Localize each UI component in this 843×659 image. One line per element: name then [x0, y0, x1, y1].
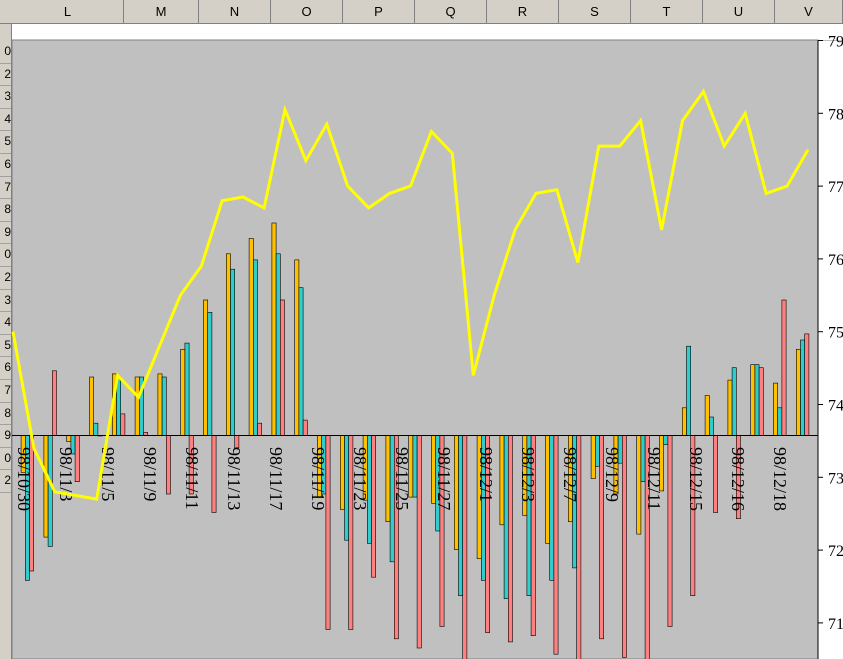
right-axis-label: 73: [828, 470, 843, 487]
bar: [594, 435, 600, 467]
bar: [758, 367, 764, 436]
bar: [257, 422, 262, 436]
x-tick-label: 98/11/23: [350, 447, 370, 510]
bar: [667, 435, 673, 627]
bar: [800, 339, 805, 436]
x-tick-label: 98/12/16: [728, 447, 748, 511]
x-tick-label: 98/11/19: [308, 447, 328, 510]
bar: [66, 435, 72, 442]
bar: [211, 435, 217, 513]
x-tick-label: 98/12/7: [560, 447, 580, 502]
bar: [781, 299, 787, 436]
bar: [248, 238, 254, 436]
bar: [590, 435, 596, 479]
right-axis-label: 71: [828, 616, 843, 633]
bar: [294, 259, 300, 436]
bar: [226, 253, 231, 436]
x-tick-label: 98/11/11: [182, 447, 202, 510]
bar: [713, 435, 718, 513]
bar: [134, 376, 140, 436]
right-axis-label: 77: [828, 179, 843, 196]
bar: [636, 435, 642, 535]
bar: [275, 253, 281, 436]
bar: [412, 435, 418, 498]
bar: [416, 435, 422, 649]
bar: [499, 435, 505, 526]
x-tick-label: 98/12/18: [770, 447, 790, 511]
bar: [47, 435, 53, 547]
bar: [253, 259, 258, 436]
right-axis-label: 75: [828, 325, 843, 342]
bar: [458, 435, 463, 596]
bar: [686, 345, 691, 436]
bar: [120, 413, 126, 436]
bar: [549, 435, 555, 581]
bar: [302, 419, 308, 436]
x-tick-label: 98/11/17: [266, 447, 286, 510]
x-tick-label: 98/11/9: [140, 447, 160, 501]
x-tick-label: 98/12/3: [518, 447, 538, 502]
bar: [180, 348, 186, 436]
bar: [230, 268, 235, 436]
x-tick-label: 98/11/13: [224, 447, 244, 510]
bar: [234, 435, 240, 449]
bar: [727, 379, 733, 436]
bar: [51, 370, 57, 436]
bar: [89, 376, 94, 436]
bar: [93, 422, 99, 436]
bar: [704, 395, 710, 436]
bar: [553, 435, 559, 655]
right-axis-label: 76: [828, 252, 843, 269]
x-tick-label: 98/10/30: [14, 447, 34, 511]
bar: [795, 348, 801, 436]
bar: [43, 435, 49, 538]
bar: [773, 382, 778, 436]
bar: [371, 435, 376, 578]
bar: [503, 435, 509, 599]
bar: [754, 364, 760, 436]
bar: [777, 407, 783, 436]
x-tick-label: 98/12/15: [686, 447, 706, 511]
right-axis: 79 78 77 76 75 74 73 72 71: [817, 34, 843, 659]
bar: [166, 435, 171, 495]
bar: [750, 364, 756, 436]
bar: [385, 435, 391, 522]
bar: [344, 435, 349, 541]
right-axis-label: 79: [828, 34, 843, 51]
bar: [339, 435, 345, 510]
right-axis-label: 74: [828, 398, 843, 415]
bar: [157, 373, 163, 436]
x-tick-label: 98/12/9: [602, 447, 622, 502]
bar: [271, 222, 277, 436]
bar: [279, 299, 285, 436]
bar: [298, 287, 304, 436]
bar: [708, 416, 714, 436]
right-axis-label: 72: [828, 543, 843, 560]
bar: [507, 435, 513, 643]
bar: [203, 299, 208, 436]
plot-area[interactable]: [11, 39, 819, 659]
bar: [207, 311, 213, 436]
right-axis-label: 78: [828, 106, 843, 123]
x-tick-label: 98/12/1: [476, 447, 496, 502]
x-tick-label: 98/11/25: [392, 447, 412, 510]
x-tick-label: 98/12/11: [644, 447, 664, 510]
bar: [681, 407, 687, 436]
bar: [545, 435, 550, 544]
x-tick-label: 98/11/27: [434, 447, 454, 510]
bar: [161, 376, 167, 436]
bar: [804, 333, 810, 436]
chart[interactable]: 98/10/30 98/11/3 98/11/5 98/11/9 98/11/11 98/…: [0, 0, 843, 659]
bar: [184, 342, 190, 436]
bar: [731, 367, 737, 436]
bar: [663, 435, 669, 445]
bar: [462, 435, 468, 659]
